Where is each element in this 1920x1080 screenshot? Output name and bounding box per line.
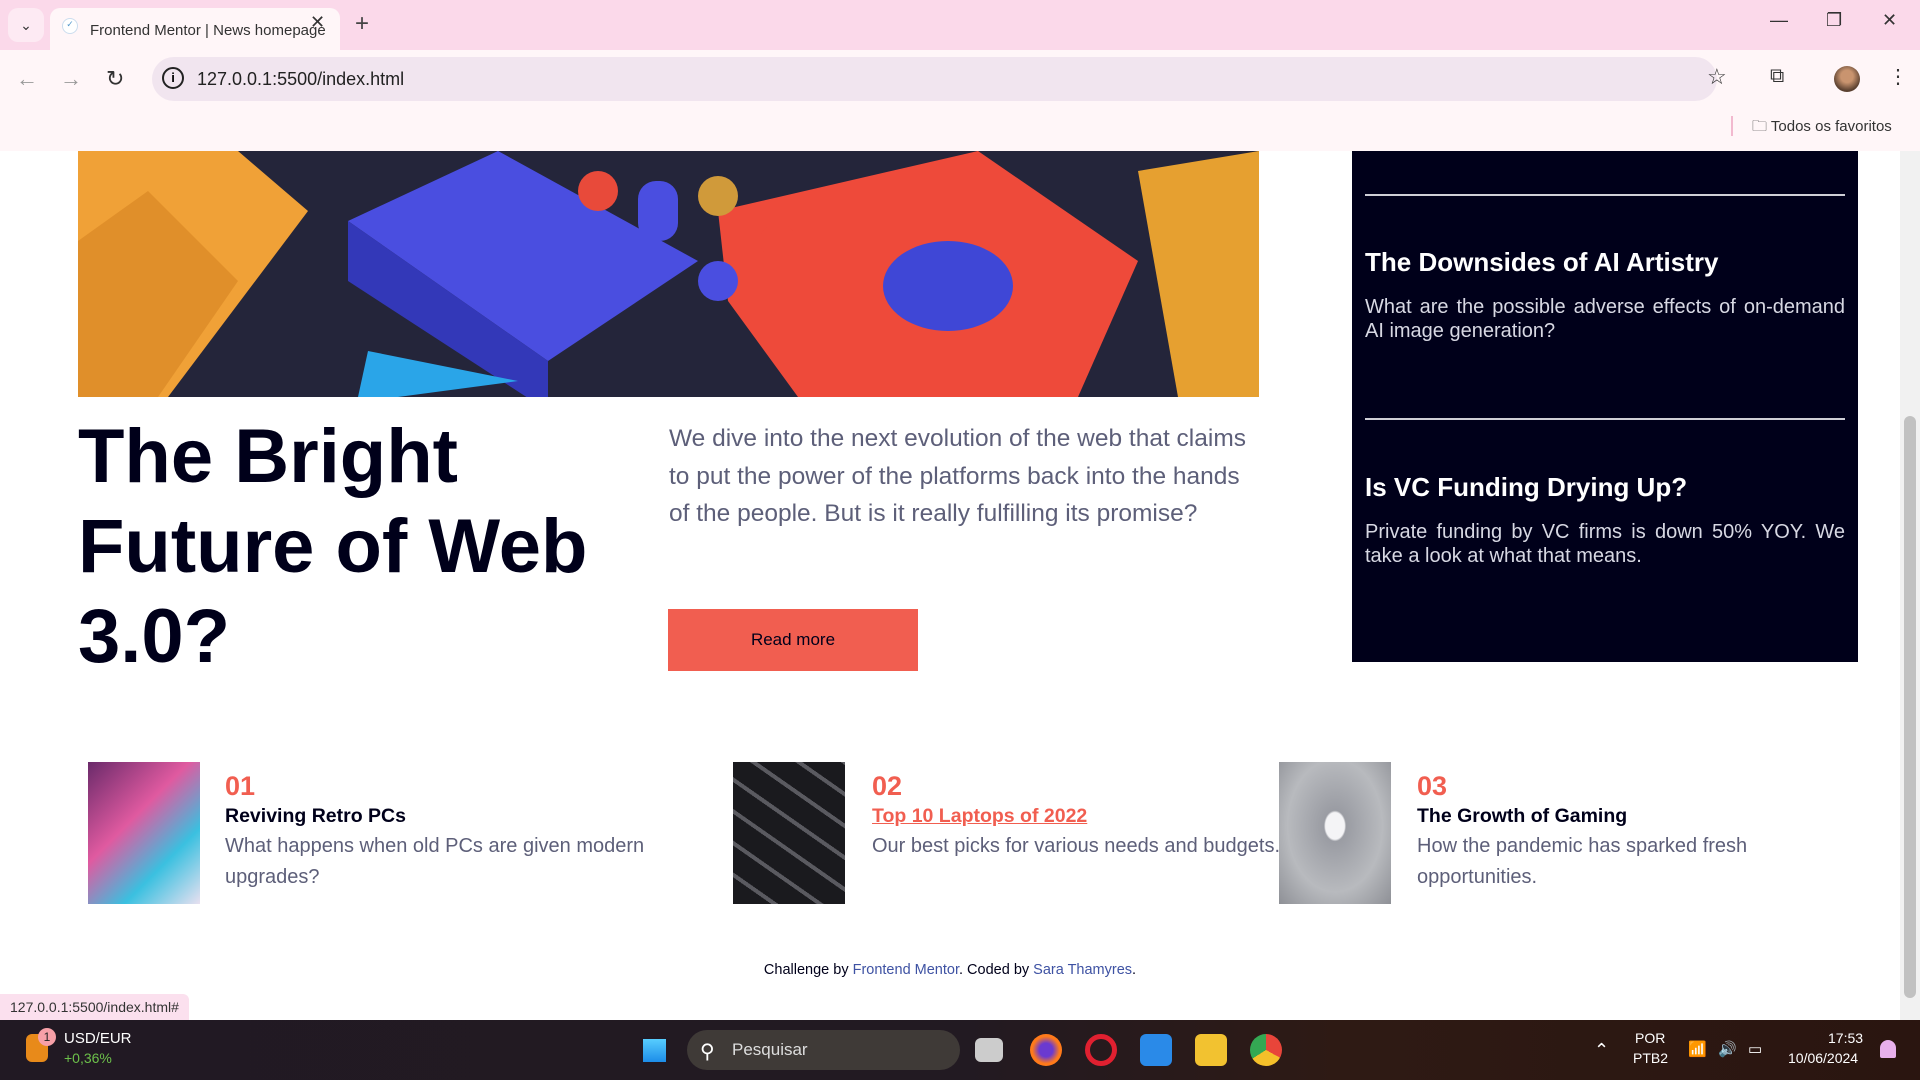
new-sidebar: The Downsides of AI Artistry What are th… [1352,151,1858,662]
widget-title[interactable]: USD/EUR [64,1030,132,1047]
show-hidden-icons[interactable]: ⌃ [1594,1040,1609,1061]
author-link[interactable]: Sara Thamyres [1033,962,1132,978]
search-icon: ⚲ [700,1041,715,1063]
divider [1365,418,1845,420]
site-info-icon[interactable]: i [162,67,184,89]
divider [1365,194,1845,196]
bookmark-star-icon[interactable]: ☆ [1707,64,1727,90]
all-bookmarks[interactable]: 🗀 Todos os favoritos [1752,116,1892,141]
favicon-icon: ✓ [62,18,78,34]
close-window-button[interactable]: ✕ [1882,10,1897,31]
read-more-button[interactable]: Read more [668,609,918,671]
forward-icon[interactable]: → [60,66,82,92]
frontend-mentor-link[interactable]: Frontend Mentor [853,962,959,978]
scrollbar-thumb[interactable] [1904,416,1916,998]
vscode-icon[interactable] [1140,1034,1172,1066]
chrome-icon[interactable] [1250,1034,1282,1066]
hero-image [78,151,1259,397]
taskbar-search[interactable] [687,1030,960,1070]
retro-pcs-image [88,762,200,904]
task-view-icon[interactable] [975,1038,1003,1062]
url-text[interactable]: 127.0.0.1:5500/index.html [197,69,404,90]
article-description: What happens when old PCs are given mode… [225,835,645,888]
wifi-icon[interactable]: 📶 [1688,1040,1707,1058]
keyboard-layout[interactable]: PTB2 [1633,1050,1668,1066]
language-code[interactable]: POR [1635,1030,1665,1046]
status-bubble: 127.0.0.1:5500/index.html# [0,994,189,1020]
laptops-image [733,762,845,904]
tab-list-button[interactable]: ⌄ [8,8,44,42]
minimize-button[interactable]: — [1770,10,1788,31]
article-number: 03 [1417,771,1448,801]
clock-date[interactable]: 10/06/2024 [1788,1050,1858,1066]
search-placeholder[interactable]: Pesquisar [732,1040,808,1060]
volume-icon[interactable]: 🔊 [1718,1040,1737,1058]
article-title[interactable]: Reviving Retro PCs [225,805,406,828]
menu-icon[interactable]: ⋮ [1888,64,1908,89]
article-title[interactable]: Top 10 Laptops of 2022 [872,805,1087,828]
hero-description: We dive into the next evolution of the w… [669,425,1246,527]
footer-text: . [1132,962,1137,978]
notification-bell-icon[interactable] [1880,1040,1896,1058]
browser-tab[interactable]: Frontend Mentor | News homepage [50,8,340,50]
article-description: How the pandemic has sparked fresh oppor… [1417,835,1748,888]
attribution: Challenge by Frontend Mentor. Coded by S… [0,962,1900,978]
firefox-icon[interactable] [1030,1034,1062,1066]
tab-title: Frontend Mentor | News homepage [90,22,326,39]
battery-icon[interactable]: ▭ [1748,1040,1762,1058]
article-title[interactable]: The Growth of Gaming [1417,805,1627,828]
widget-value: +0,36% [64,1050,112,1066]
bookmarks-label: Todos os favoritos [1770,118,1892,135]
new-tab-button[interactable]: + [355,10,369,38]
footer-text: . Coded by [959,962,1034,978]
close-tab-icon[interactable]: ✕ [310,12,325,33]
sidebar-item-description: Private funding by VC firms is down 50% … [1365,521,1845,567]
article-number: 02 [872,771,903,801]
widget-badge: 1 [38,1028,56,1046]
clock-time[interactable]: 17:53 [1828,1030,1863,1046]
hero-title: The Bright Future of Web 3.0? [78,414,588,679]
taskbar [0,1020,1920,1080]
gaming-image [1279,762,1391,904]
article-description: Our best picks for various needs and bud… [872,835,1281,857]
folder-icon: 🗀 [1752,118,1771,135]
sidebar-item-title[interactable]: The Downsides of AI Artistry [1365,247,1718,278]
profile-avatar[interactable] [1834,66,1860,92]
footer-text: Challenge by [763,962,853,978]
back-icon[interactable]: ← [16,66,38,92]
file-explorer-icon[interactable] [1195,1034,1227,1066]
sidebar-item-title[interactable]: Is VC Funding Drying Up? [1365,472,1687,503]
reload-icon[interactable]: ↻ [106,66,124,92]
bookmark-separator [1731,116,1733,136]
extensions-icon[interactable]: ⧉ [1770,65,1784,88]
restore-button[interactable]: ❐ [1826,10,1842,31]
opera-icon[interactable] [1085,1034,1117,1066]
hero-illustration [78,151,1259,397]
article-number: 01 [225,771,256,801]
windows-start-icon[interactable] [640,1036,669,1065]
sidebar-item-description: What are the possible adverse effects of… [1365,296,1845,342]
